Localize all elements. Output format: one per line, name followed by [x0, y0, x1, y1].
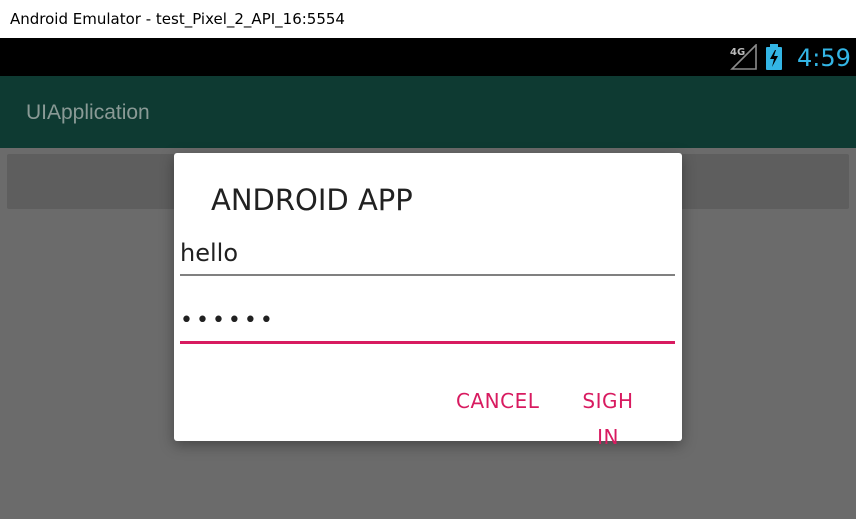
sign-in-button[interactable]: SIGH IN [570, 383, 646, 449]
app-title: UIApplication [26, 101, 150, 124]
cancel-button[interactable]: CANCEL [456, 383, 539, 419]
window-title: Android Emulator - test_Pixel_2_API_16:5… [10, 10, 345, 28]
status-bar: 4G 4:59 [0, 38, 856, 76]
battery-charging-icon [766, 44, 782, 70]
emulator-screen: 4G 4:59 UIApplication ANDROID APP CANCEL… [0, 38, 856, 519]
signal-icon: 4G [730, 44, 757, 70]
password-field[interactable] [180, 300, 675, 344]
dialog-title: ANDROID APP [211, 183, 413, 217]
username-field[interactable] [180, 232, 675, 276]
window-title-bar[interactable]: Android Emulator - test_Pixel_2_API_16:5… [0, 0, 856, 38]
action-bar: UIApplication [0, 76, 856, 148]
password-input[interactable] [180, 300, 675, 341]
login-dialog: ANDROID APP CANCEL SIGH IN [174, 153, 682, 449]
username-input[interactable] [180, 232, 675, 274]
status-clock: 4:59 [797, 44, 851, 72]
network-type-label: 4G [730, 47, 745, 58]
